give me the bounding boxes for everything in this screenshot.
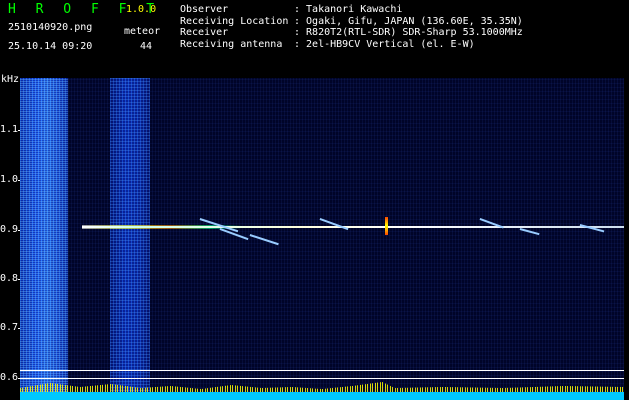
info-value: : R820T2(RTL-SDR) SDR-Sharp 53.1000MHz	[294, 27, 523, 38]
carrier-trace	[82, 226, 624, 228]
y-axis-unit: kHz	[1, 74, 20, 85]
info-row-receiver: Receiver : R820T2(RTL-SDR) SDR-Sharp 53.1…	[180, 27, 523, 39]
info-key: Observer	[180, 4, 229, 15]
info-key: Receiver	[180, 27, 229, 38]
y-tick-label: 0.6	[0, 372, 19, 383]
y-tick-label: 0.8	[0, 273, 19, 284]
spectrogram	[20, 78, 624, 400]
app-version: 1.0.0	[126, 4, 157, 15]
y-tick-label: 0.7	[0, 322, 19, 333]
y-tick-label: 1.1	[0, 124, 19, 135]
file-name: 2510140920.png	[8, 22, 93, 33]
info-value: : Takanori Kawachi	[294, 4, 403, 15]
info-key: Receiving antenna	[180, 38, 283, 50]
capture-datetime: 25.10.14 09:20	[8, 41, 93, 52]
meteor-streak	[519, 228, 540, 235]
info-key: Receiving Location	[180, 15, 289, 27]
meteor-count: 44	[140, 41, 153, 52]
reference-line	[20, 378, 624, 379]
info-value: : 2el-HB9CV Vertical (el. E-W)	[294, 38, 475, 50]
station-info: Observer : Takanori Kawachi Receiving Loc…	[180, 4, 523, 50]
noise-band-secondary	[110, 78, 150, 400]
meteor-burst	[385, 217, 388, 235]
noise-band-left	[20, 78, 68, 400]
y-tick-label: 1.0	[0, 174, 19, 185]
header-panel: H R O F F T 1.0.0 2510140920.png meteor …	[0, 0, 629, 75]
meteor-label: meteor	[124, 26, 161, 37]
info-row-observer: Observer : Takanori Kawachi	[180, 4, 523, 16]
meteor-streak	[249, 234, 279, 245]
noise-floor	[20, 392, 624, 400]
info-row-location: Receiving Location : Ogaki, Gifu, JAPAN (…	[180, 16, 523, 28]
reference-line	[20, 370, 624, 371]
y-tick-label: 0.9	[0, 224, 19, 235]
info-row-antenna: Receiving antenna : 2el-HB9CV Vertical (e…	[180, 39, 523, 51]
info-value: : Ogaki, Gifu, JAPAN (136.60E, 35.35N)	[294, 15, 523, 27]
